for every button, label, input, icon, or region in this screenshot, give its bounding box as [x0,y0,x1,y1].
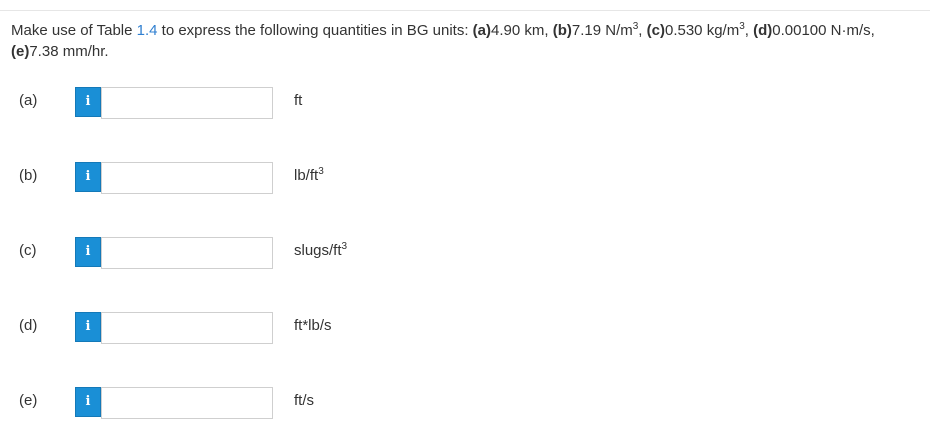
part-label: (b) [19,167,38,184]
unit-label: ft/s [294,392,314,409]
unit-label: ft*lb/s [294,317,332,334]
part-label: (d) [19,317,38,334]
unit-text: lb/ft [294,167,319,184]
quantity-e-value: 7.38 mm/hr. [29,43,109,60]
part-label: (e) [19,392,38,409]
quantity-c-label: (c) [646,22,665,39]
info-icon[interactable]: i [75,162,101,192]
part-label: (c) [19,242,37,259]
info-icon[interactable]: i [75,312,101,342]
unit-exponent: 3 [341,241,348,252]
unit-label: slugs/ft3 [294,241,348,260]
answer-row-b: (b) i lb/ft3 [0,160,930,194]
unit-text: ft*lb/s [294,317,332,334]
part-label: (a) [19,92,38,109]
quantity-c-value: 0.530 kg/m [664,22,740,39]
answer-input-b[interactable] [101,162,273,194]
separator: , [638,22,647,39]
quantity-a-value: 4.90 km, [491,22,553,39]
separator: , [744,22,754,39]
answer-row-e: (e) i ft/s [0,385,930,419]
quantity-d-label: (d) [753,22,773,39]
answer-row-c: (c) i slugs/ft3 [0,235,930,269]
quantity-d-value: 0.00100 N·m/s, [772,22,875,39]
unit-label: ft [294,92,302,109]
quantity-b-value: 7.19 N/m [571,22,633,39]
unit-label: lb/ft3 [294,166,324,185]
question-text: Make use of Table 1.4 to express the fol… [11,20,916,62]
answer-input-c[interactable] [101,237,273,269]
answer-input-a[interactable] [101,87,273,119]
quantity-b-label: (b) [552,22,572,39]
table-link[interactable]: 1.4 [137,22,158,39]
answer-input-e[interactable] [101,387,273,419]
answer-row-d: (d) i ft*lb/s [0,310,930,344]
info-icon[interactable]: i [75,87,101,117]
quantity-a-label: (a) [472,22,492,39]
top-divider [0,10,930,11]
question-prefix: Make use of Table [11,22,137,39]
quantity-e-label: (e) [11,43,30,60]
answer-row-a: (a) i ft [0,85,930,119]
info-icon[interactable]: i [75,387,101,417]
question-intro: to express the following quantities in B… [157,22,473,39]
unit-exponent: 3 [318,166,324,177]
answer-input-d[interactable] [101,312,273,344]
unit-text: ft [294,92,303,109]
info-icon[interactable]: i [75,237,101,267]
unit-text: slugs/ft [294,242,342,259]
unit-text: ft/s [294,392,315,409]
